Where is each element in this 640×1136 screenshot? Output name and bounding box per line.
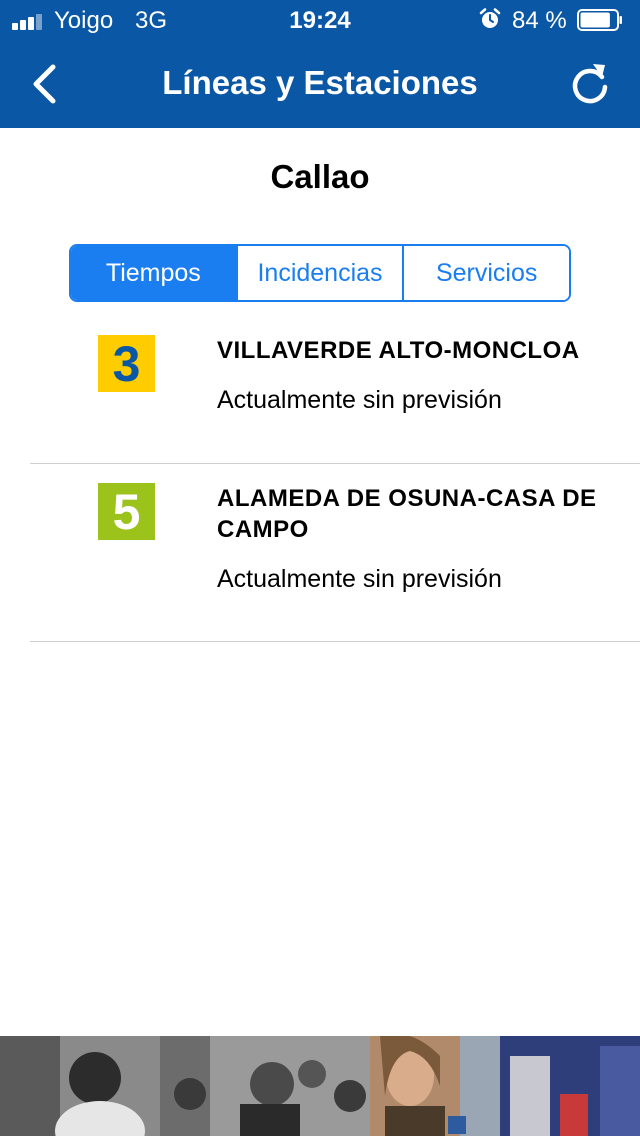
back-button[interactable]: [22, 60, 66, 108]
station-title: Callao: [270, 158, 370, 195]
status-bar: Yoigo 3G 19:24 84 %: [0, 0, 640, 40]
line-badge: 5: [98, 483, 155, 540]
list-item-line-5[interactable]: 5 ALAMEDA DE OSUNA-CASA DE CAMPO Actualm…: [0, 483, 640, 641]
tab-tiempos[interactable]: Tiempos: [71, 246, 236, 300]
banner-image: [0, 1036, 640, 1136]
network-type: 3G: [135, 7, 168, 34]
screen: Yoigo 3G 19:24 84 % Líneas y Estaciones: [0, 0, 640, 1136]
divider: [30, 641, 640, 642]
refresh-icon: [572, 64, 608, 104]
carrier-name: Yoigo: [54, 7, 114, 34]
divider: [30, 463, 640, 464]
list-item-line-3[interactable]: 3 VILLAVERDE ALTO-MONCLOA Actualmente si…: [0, 335, 640, 463]
status-time: 19:24: [289, 7, 351, 34]
tab-bar: Tiempos Incidencias Servicios: [69, 244, 571, 302]
signal-icon: [12, 12, 48, 30]
chevron-left-icon: [33, 64, 56, 104]
tab-servicios[interactable]: Servicios: [402, 246, 569, 300]
tab-incidencias[interactable]: Incidencias: [235, 246, 403, 300]
line-status: Actualmente sin previsión: [217, 565, 502, 593]
photo-banner[interactable]: [0, 1036, 640, 1136]
battery-percent: 84 %: [512, 7, 567, 34]
line-name: VILLAVERDE ALTO-MONCLOA: [217, 337, 580, 364]
nav-bar: Líneas y Estaciones: [0, 40, 640, 128]
battery-icon: [577, 9, 622, 31]
line-status: Actualmente sin previsión: [217, 386, 502, 414]
line-name: ALAMEDA DE OSUNA-CASA DE CAMPO: [217, 485, 597, 543]
refresh-button[interactable]: [566, 58, 614, 108]
nav-title: Líneas y Estaciones: [162, 64, 478, 101]
alarm-icon: [479, 8, 501, 28]
line-badge: 3: [98, 335, 155, 392]
